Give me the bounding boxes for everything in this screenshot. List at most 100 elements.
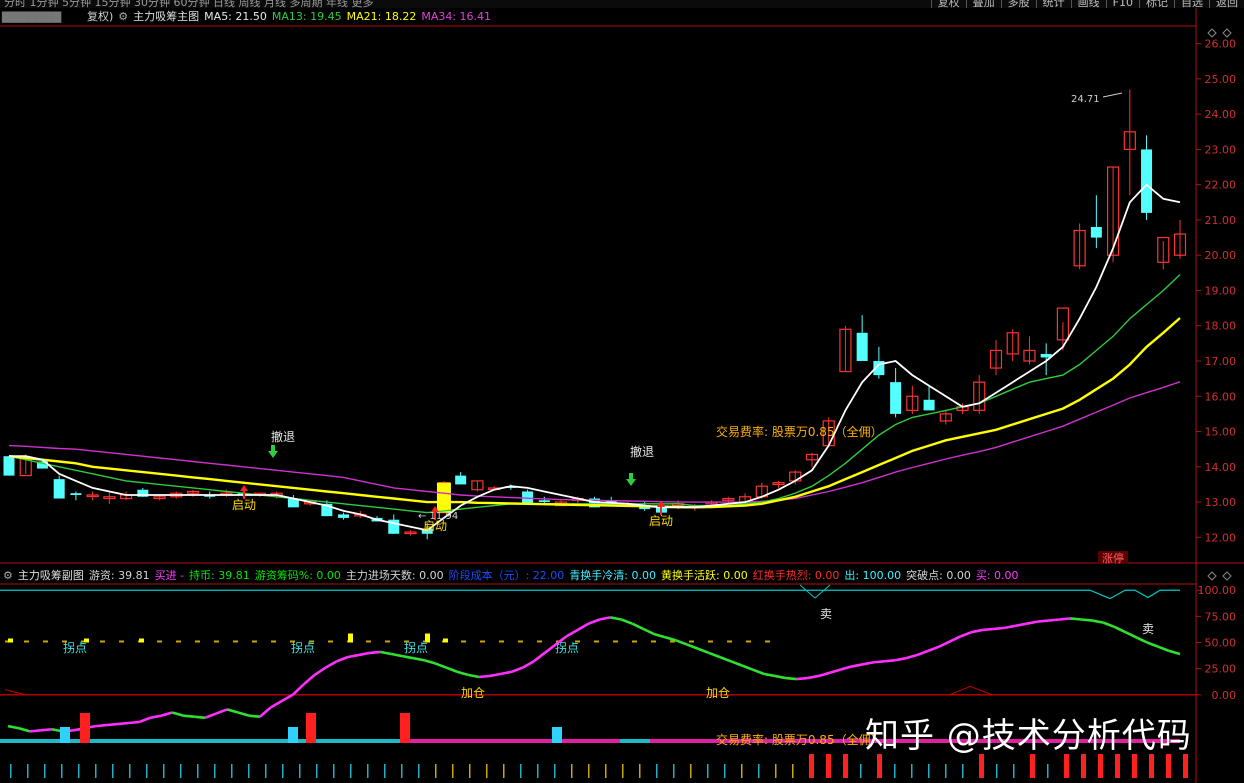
candle-body-down	[923, 399, 935, 411]
bottom-tick	[248, 764, 250, 778]
bottom-tick	[724, 764, 726, 778]
bottom-tick	[673, 764, 675, 778]
oscillator-segment	[532, 651, 546, 663]
oscillator-segment	[511, 666, 524, 673]
oscillator-segment	[40, 727, 52, 732]
bottom-tick	[418, 764, 420, 778]
low-price-label: ← 11.94	[418, 511, 458, 522]
oscillator-segment	[1135, 636, 1148, 644]
down-arrow-icon	[268, 445, 278, 458]
candle-body-down	[338, 514, 350, 518]
oscillator-segment	[719, 655, 732, 663]
y-tick-label: 14.00	[1205, 461, 1237, 474]
bottom-tick	[571, 764, 573, 778]
oscillator-segment	[183, 714, 195, 719]
oscillator-segment	[128, 720, 140, 725]
diamond-icon	[1222, 571, 1232, 581]
oscillator-segment	[1070, 617, 1082, 621]
oscillator-segment	[248, 714, 261, 719]
dash-marker	[385, 640, 390, 643]
oscillator-segment	[927, 645, 940, 653]
bottom-tick	[758, 764, 760, 778]
high-price-pointer	[1102, 92, 1123, 98]
oscillator-segment	[500, 670, 513, 676]
oscillator-segment	[620, 618, 633, 625]
dash-marker	[195, 640, 200, 643]
bottom-tick	[996, 764, 998, 778]
start-label: 启动	[649, 514, 673, 528]
oscillator-segment	[445, 666, 458, 673]
signal-block-red	[400, 713, 410, 743]
dash-marker	[518, 640, 523, 643]
oscillator-segment	[281, 693, 294, 703]
oscillator-segment	[741, 664, 754, 671]
exit-dip	[799, 584, 831, 599]
oscillator-segment	[270, 699, 283, 709]
oscillator-segment	[150, 714, 162, 720]
bottom-tick	[112, 764, 114, 778]
oscillator-segment	[1124, 630, 1137, 639]
oscillator-segment	[467, 673, 480, 679]
oscillator-segment	[478, 674, 491, 679]
bottom-tick	[1098, 754, 1103, 778]
oscillator-segment	[313, 666, 327, 676]
oscillator-segment	[29, 729, 41, 733]
oscillator-segment	[1037, 619, 1049, 623]
down-arrow-icon	[626, 473, 636, 486]
bottom-tick	[180, 764, 182, 778]
oscillator-segment	[391, 652, 403, 658]
bottom-tick	[962, 764, 964, 778]
oscillator-segment	[829, 668, 841, 675]
bottom-tick	[520, 764, 522, 778]
oscillator-segment	[324, 660, 338, 669]
fee-rate-label: 交易费率: 股票万0.85（全佣）	[716, 732, 883, 747]
oscillator-segment	[171, 711, 184, 717]
oscillator-segment	[884, 658, 896, 663]
oscillator-segment	[664, 636, 677, 642]
oscillator-segment	[1081, 618, 1093, 622]
bottom-tick	[231, 764, 233, 778]
oscillator-segment	[1168, 649, 1181, 656]
volume-marker	[139, 638, 144, 643]
high-price-label: 24.71	[1071, 94, 1100, 105]
oscillator-segment	[423, 659, 436, 665]
y-tick-label: 18.00	[1205, 320, 1237, 333]
oscillator-segment	[631, 622, 644, 631]
bottom-tick	[282, 764, 284, 778]
oscillator-segment	[402, 654, 414, 660]
volume-marker	[443, 638, 448, 643]
oscillator-segment	[785, 676, 797, 681]
oscillator-segment	[982, 627, 994, 632]
oscillator-segment	[730, 660, 743, 667]
price-chart[interactable]: 12.00 13.00 14.00 15.00 16.00 17.00 18.00 19.00…	[0, 0, 1244, 783]
y-tick-label: 16.00	[1205, 390, 1237, 403]
bottom-tick	[163, 764, 165, 778]
add-position-label: 加仓	[461, 686, 485, 700]
oscillator-segment	[675, 639, 688, 646]
candle-body-down	[538, 500, 550, 503]
oscillator-segment	[1157, 645, 1170, 653]
dash-marker	[537, 640, 542, 643]
oscillator-segment	[686, 643, 699, 650]
oscillator-segment	[434, 662, 447, 669]
dash-marker	[252, 640, 257, 643]
bottom-tick	[10, 764, 12, 778]
dash-marker	[24, 640, 29, 643]
oscillator-segment	[708, 651, 721, 659]
bottom-tick	[792, 764, 794, 778]
bottom-tick	[146, 764, 148, 778]
bottom-tick	[537, 764, 539, 778]
dash-marker	[461, 640, 466, 643]
bottom-tick	[27, 764, 29, 778]
oscillator-segment	[565, 628, 579, 638]
bottom-tick	[129, 764, 131, 778]
dash-marker	[233, 640, 238, 643]
limit-up-label: 涨停	[1102, 551, 1124, 565]
oscillator-segment	[194, 715, 206, 720]
bottom-tick	[690, 764, 692, 778]
turn-point-label: 拐点	[63, 640, 87, 655]
bottom-tick	[214, 764, 216, 778]
bottom-tick	[928, 764, 930, 778]
oscillator-segment	[916, 649, 929, 657]
y-tick-label: 12.00	[1205, 531, 1237, 544]
